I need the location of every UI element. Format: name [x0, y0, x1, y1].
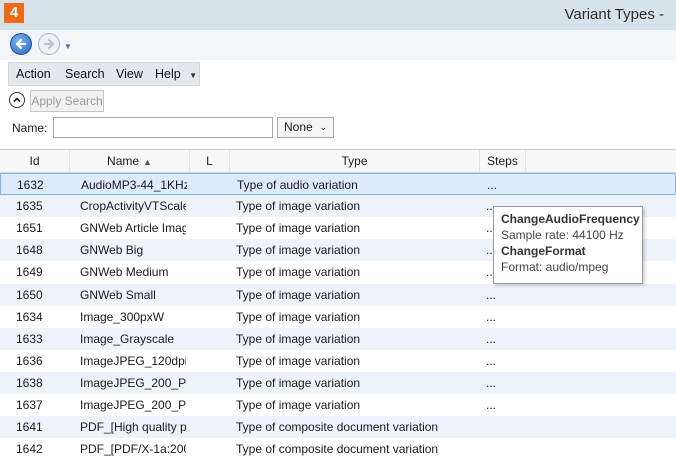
cell-steps[interactable]: ...	[486, 284, 522, 306]
menu-overflow-icon[interactable]: ▼	[189, 71, 197, 80]
steps-tooltip: ChangeAudioFrequency Sample rate: 44100 …	[493, 206, 643, 284]
tooltip-step1-title: ChangeAudioFrequency	[501, 212, 640, 226]
cell-steps[interactable]: ...	[486, 306, 522, 328]
sort-ascending-icon: ▲	[143, 157, 152, 167]
table-row[interactable]: 1642 PDF_[PDF/X-1a:2001] Type of composite…	[0, 438, 676, 457]
cell-name: CropActivityVTScale	[80, 199, 186, 214]
forward-button[interactable]	[38, 33, 60, 55]
cell-id: 1636	[16, 353, 43, 368]
cell-type: Type of image variation	[236, 309, 361, 324]
cell-name: Image_Grayscale	[80, 331, 175, 346]
match-mode-select[interactable]: None ⌄	[277, 117, 334, 138]
cell-steps[interactable]	[486, 438, 522, 457]
table-row[interactable]: 1638 ImageJPEG_200_PxH Type of image varia…	[0, 371, 676, 394]
table-row[interactable]: 1650 GNWeb Small Type of image variation..…	[0, 283, 676, 306]
cell-id: 1648	[16, 243, 43, 258]
column-type-label: Type	[341, 154, 368, 168]
tooltip-step2-detail: Format: audio/mpeg	[501, 260, 609, 274]
cell-type: Type of image variation	[236, 265, 361, 280]
column-steps-label: Steps	[487, 154, 518, 168]
column-id[interactable]: Id	[0, 150, 70, 172]
column-name[interactable]: Name ▲	[70, 150, 190, 172]
menu-view[interactable]: View	[116, 67, 143, 81]
column-name-label: Name	[107, 154, 140, 168]
cell-type: Type of audio variation	[237, 178, 358, 192]
navigation-bar: ▼	[0, 30, 676, 60]
menu-action[interactable]: Action	[16, 67, 51, 81]
cell-steps[interactable]: ...	[486, 328, 522, 350]
cell-id: 1641	[16, 420, 43, 435]
title-bar: 4 Variant Types -	[0, 0, 676, 30]
collapse-search-button[interactable]	[9, 92, 25, 108]
cell-name: ImageJPEG_120dpi	[80, 353, 186, 368]
cell-type: Type of image variation	[236, 398, 361, 412]
table-row[interactable]: 1632 AudioMP3-44_1KHz Type of audio variat…	[0, 173, 676, 195]
cell-type: Type of composite document variation	[236, 420, 439, 435]
cell-steps[interactable]: ...	[487, 174, 523, 196]
chevron-down-icon: ⌄	[319, 122, 327, 132]
column-type[interactable]: Type	[230, 150, 480, 172]
cell-name: ImageJPEG_200_PxH	[80, 375, 186, 390]
cell-type: Type of image variation	[236, 353, 361, 368]
apply-search-button[interactable]: Apply Search	[30, 90, 104, 112]
cell-id: 1635	[16, 199, 43, 214]
table-row[interactable]: 1633 Image_Grayscale Type of image variati…	[0, 327, 676, 350]
cell-id: 1633	[16, 331, 43, 346]
cell-name: Image_300pxW	[80, 309, 165, 324]
app-logo: 4	[4, 3, 24, 23]
cell-type: Type of image variation	[236, 243, 361, 258]
table-row[interactable]: 1637 ImageJPEG_200_PxW Type of image varia…	[0, 394, 676, 416]
cell-id: 1651	[16, 221, 43, 236]
cell-type: Type of image variation	[236, 331, 361, 346]
cell-id: 1638	[16, 375, 43, 390]
variant-types-table: Id Name ▲ L Type Steps 1632 AudioMP3-44_1K…	[0, 149, 676, 457]
menu-bar: Action Search View Help ▼	[8, 62, 200, 86]
cell-name: GNWeb Small	[80, 287, 156, 302]
cell-id: 1642	[16, 442, 43, 457]
cell-name: PDF_[High quality print]	[80, 420, 186, 435]
back-button[interactable]	[10, 33, 32, 55]
column-steps[interactable]: Steps	[480, 150, 526, 172]
cell-type: Type of image variation	[236, 375, 361, 390]
cell-steps[interactable]: ...	[486, 372, 522, 394]
match-mode-value: None	[284, 120, 313, 134]
cell-steps[interactable]: ...	[486, 394, 522, 416]
cell-name: GNWeb Big	[80, 243, 144, 258]
tooltip-step2-title: ChangeFormat	[501, 244, 586, 258]
column-l[interactable]: L	[190, 150, 230, 172]
cell-type: Type of image variation	[236, 199, 361, 214]
menu-help[interactable]: Help	[155, 67, 181, 81]
arrow-right-icon	[43, 38, 55, 50]
table-row[interactable]: 1634 Image_300pxW Type of image variation.…	[0, 306, 676, 328]
cell-type: Type of image variation	[236, 221, 361, 236]
cell-type: Type of composite document variation	[236, 442, 439, 457]
chevron-up-icon	[13, 97, 21, 103]
menu-search[interactable]: Search	[65, 67, 105, 81]
column-l-label: L	[206, 154, 213, 168]
name-label: Name:	[12, 121, 48, 135]
cell-name: ImageJPEG_200_PxW	[80, 398, 186, 412]
arrow-left-icon	[15, 38, 27, 50]
column-id-label: Id	[29, 154, 40, 168]
cell-id: 1632	[17, 178, 44, 192]
cell-name: GNWeb Medium	[80, 265, 169, 280]
cell-id: 1650	[16, 287, 43, 302]
cell-name: AudioMP3-44_1KHz	[81, 178, 187, 192]
window-title: Variant Types -	[564, 6, 665, 23]
cell-name: GNWeb Article Image	[80, 221, 186, 236]
cell-name: PDF_[PDF/X-1a:2001]	[80, 442, 186, 457]
table-row[interactable]: 1636 ImageJPEG_120dpi Type of image variat…	[0, 350, 676, 372]
cell-id: 1634	[16, 309, 43, 324]
cell-type: Type of image variation	[236, 287, 361, 302]
cell-id: 1649	[16, 265, 43, 280]
cell-steps[interactable]: ...	[486, 350, 522, 372]
tooltip-step1-detail: Sample rate: 44100 Hz	[501, 228, 624, 242]
history-dropdown-icon[interactable]: ▼	[64, 42, 72, 51]
name-input[interactable]	[53, 117, 273, 138]
table-row[interactable]: 1641 PDF_[High quality print] Type of comp…	[0, 416, 676, 439]
cell-id: 1637	[16, 398, 43, 412]
cell-steps[interactable]	[486, 416, 522, 438]
table-header: Id Name ▲ L Type Steps	[0, 150, 676, 173]
